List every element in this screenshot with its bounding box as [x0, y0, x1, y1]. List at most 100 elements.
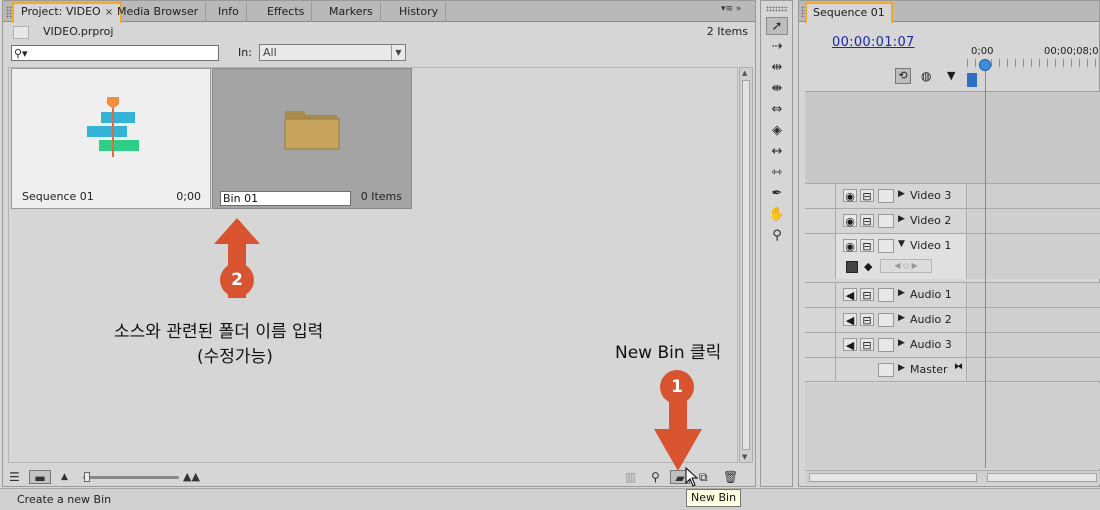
empty-track-area[interactable] — [805, 91, 1100, 183]
track-master[interactable]: ▶ Master ⧓ — [805, 357, 1100, 382]
sync-lock-icon[interactable]: ⊟ — [860, 214, 874, 228]
scroll-up-icon[interactable]: ▲ — [742, 69, 747, 77]
project-filename: VIDEO.prproj — [43, 25, 114, 38]
search-input[interactable]: ⚲▾ — [11, 45, 219, 61]
track-video-1[interactable]: ◉ ⊟ ▼ Video 1 ◆ ◀ ◇ ▶ — [805, 233, 1100, 279]
timeline-scroll-thumb[interactable] — [987, 473, 1097, 482]
expand-triangle-icon[interactable]: ▶ — [898, 288, 905, 298]
project-item-bin[interactable]: Bin 01 0 Items — [212, 68, 412, 209]
timecode-display[interactable]: 00:00:01:07 — [832, 35, 915, 50]
tab-media-browser[interactable]: Media Browser — [110, 2, 207, 22]
tab-history[interactable]: History — [392, 2, 447, 22]
zoom-out-icon[interactable]: ▲ — [61, 470, 68, 484]
track-audio-2[interactable]: ◀ ⊟ ▶ Audio 2 — [805, 307, 1100, 332]
header-scroll-thumb[interactable] — [809, 473, 977, 482]
set-encore-marker-icon[interactable]: ◍ — [921, 69, 931, 83]
speaker-icon[interactable]: ◀ — [843, 313, 857, 327]
track-video-2[interactable]: ◉ ⊟ ▶ Video 2 — [805, 208, 1100, 233]
track-lock-toggle[interactable] — [878, 189, 894, 203]
expand-triangle-icon[interactable]: ▶ — [898, 214, 905, 224]
new-item-icon[interactable]: ⧉ — [699, 470, 708, 484]
pen-tool-icon[interactable]: ✒ — [766, 185, 788, 203]
track-content[interactable] — [968, 333, 1100, 357]
sync-lock-icon[interactable]: ⊟ — [860, 313, 874, 327]
slip-tool-icon[interactable]: ↔ — [766, 143, 788, 161]
ripple-edit-tool-icon[interactable]: ⇹ — [766, 59, 788, 77]
expand-triangle-icon[interactable]: ▶ — [898, 338, 905, 348]
expand-triangle-icon[interactable]: ▶ — [898, 313, 905, 323]
chevron-down-icon[interactable]: ▼ — [391, 45, 405, 60]
track-lock-toggle[interactable] — [878, 363, 894, 377]
track-content[interactable] — [968, 209, 1100, 233]
snap-icon[interactable]: ⟲ — [895, 68, 911, 84]
tab-effects[interactable]: Effects — [260, 2, 313, 22]
playhead-handle[interactable] — [979, 59, 991, 71]
track-video-3[interactable]: ◉ ⊟ ▶ Video 3 — [805, 183, 1100, 208]
track-lock-toggle[interactable] — [878, 338, 894, 352]
sync-lock-icon[interactable]: ⊟ — [860, 338, 874, 352]
sync-lock-icon[interactable]: ⊟ — [860, 288, 874, 302]
panel-grip-icon[interactable] — [766, 6, 788, 12]
find-icon[interactable]: ⚲ — [651, 470, 660, 484]
list-view-icon[interactable]: ☰ — [9, 470, 20, 484]
track-content[interactable] — [968, 308, 1100, 332]
tab-project[interactable]: Project: VIDEO × — [12, 2, 123, 23]
ruler-label: 0;00 — [971, 46, 994, 57]
zoom-slider-handle[interactable] — [84, 472, 90, 482]
vertical-scrollbar[interactable]: ▲ ▼ — [739, 67, 753, 463]
collapse-triangle-icon[interactable]: ▼ — [898, 239, 905, 249]
razor-tool-icon[interactable]: ◈ — [766, 122, 788, 140]
scroll-down-icon[interactable]: ▼ — [742, 453, 747, 461]
track-header: ◉ ⊟ ▼ Video 1 ◆ ◀ ◇ ▶ — [835, 234, 967, 279]
eye-icon[interactable]: ◉ — [843, 214, 857, 228]
sync-lock-icon[interactable]: ⊟ — [860, 189, 874, 203]
panel-menu-icon[interactable]: ▾≡ » — [721, 4, 753, 18]
track-name: Master — [910, 363, 948, 376]
project-item-sequence[interactable]: Sequence 01 0;00 — [11, 68, 211, 209]
zoom-in-icon[interactable]: ▲▲ — [183, 470, 200, 484]
empty-track-area-bottom[interactable] — [805, 383, 1100, 469]
work-area-marker[interactable] — [967, 73, 977, 87]
automate-to-sequence-icon[interactable]: ▥ — [625, 470, 636, 484]
tab-sequence-01[interactable]: Sequence 01 — [805, 2, 893, 23]
track-audio-3[interactable]: ◀ ⊟ ▶ Audio 3 — [805, 332, 1100, 357]
track-content[interactable] — [968, 234, 1100, 279]
in-filter-select[interactable]: All ▼ — [259, 44, 406, 61]
track-content[interactable] — [968, 283, 1100, 307]
track-lock-toggle[interactable] — [878, 239, 894, 253]
eye-icon[interactable]: ◉ — [843, 189, 857, 203]
expand-triangle-icon[interactable]: ▶ — [898, 363, 905, 373]
eye-icon[interactable]: ◉ — [843, 239, 857, 253]
track-lock-toggle[interactable] — [878, 313, 894, 327]
keyframe-icon[interactable]: ◆ — [864, 260, 872, 273]
track-content[interactable] — [968, 358, 1100, 381]
keyframe-navigator[interactable]: ◀ ◇ ▶ — [880, 259, 932, 273]
track-lock-toggle[interactable] — [878, 214, 894, 228]
speaker-icon[interactable]: ◀ — [843, 288, 857, 302]
speaker-icon[interactable]: ◀ — [843, 338, 857, 352]
bin-name-input[interactable]: Bin 01 — [220, 191, 351, 206]
expand-triangle-icon[interactable]: ▶ — [898, 189, 905, 199]
tab-markers[interactable]: Markers — [322, 2, 381, 22]
trash-icon[interactable]: 🗑 — [723, 470, 738, 484]
icon-view-icon[interactable]: ▬ — [29, 470, 51, 485]
rate-stretch-tool-icon[interactable]: ⇔ — [766, 101, 788, 119]
search-icon[interactable]: ⚲▾ — [14, 47, 28, 60]
scroll-thumb[interactable] — [742, 80, 750, 450]
zoom-slider[interactable] — [83, 476, 179, 479]
track-audio-1[interactable]: ◀ ⊟ ▶ Audio 1 — [805, 282, 1100, 307]
sync-lock-icon[interactable]: ⊟ — [860, 239, 874, 253]
zoom-tool-icon[interactable]: ⚲ — [766, 227, 788, 245]
track-content[interactable] — [968, 184, 1100, 208]
slide-tool-icon[interactable]: ⇿ — [766, 164, 788, 182]
track-lock-toggle[interactable] — [878, 288, 894, 302]
selection-tool-icon[interactable]: ➚ — [766, 17, 788, 35]
timeline-horizontal-scrollbar[interactable] — [805, 470, 1100, 484]
rolling-edit-tool-icon[interactable]: ⇼ — [766, 80, 788, 98]
add-marker-icon[interactable]: ▼ — [947, 69, 955, 82]
track-select-tool-icon[interactable]: ⇢ — [766, 38, 788, 56]
tab-info[interactable]: Info — [211, 2, 247, 22]
set-display-style-icon[interactable] — [846, 261, 858, 273]
hand-tool-icon[interactable]: ✋ — [766, 206, 788, 224]
project-item-grid[interactable]: Sequence 01 0;00 Bin 01 0 Items — [8, 67, 738, 463]
